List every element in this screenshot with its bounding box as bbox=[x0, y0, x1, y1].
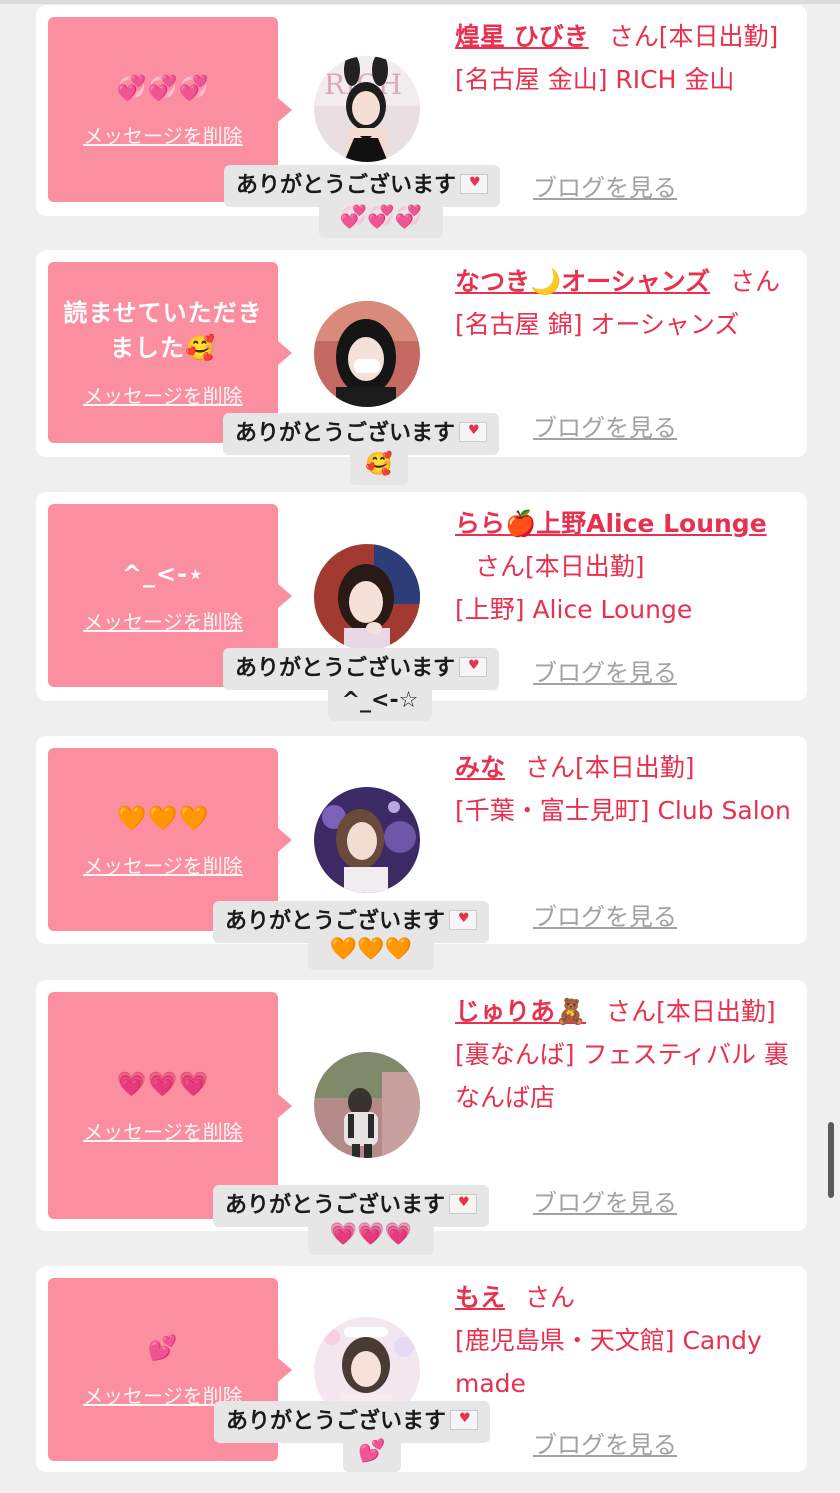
view-blog-link[interactable]: ブログを見る bbox=[533, 408, 677, 443]
cast-name-link[interactable]: みな bbox=[455, 753, 505, 782]
message-card: 💞💞💞 メッセージを削除 RICH 煌星 ひびきさん[本日出勤] [名古屋 金山… bbox=[36, 5, 807, 238]
thanks-text: ありがとうございます bbox=[226, 1409, 447, 1434]
view-blog-link[interactable]: ブログを見る bbox=[533, 1425, 677, 1460]
heart-letter-icon bbox=[449, 1192, 478, 1214]
view-blog-link[interactable]: ブログを見る bbox=[533, 168, 677, 203]
view-blog-link[interactable]: ブログを見る bbox=[533, 653, 677, 688]
heart-letter-icon bbox=[459, 420, 488, 442]
heart-letter-icon bbox=[460, 172, 489, 194]
cast-info: じゅりあ🧸 さん[本日出勤] [裏なんば] フェスティバル 裏なんば店 bbox=[455, 990, 791, 1119]
heart-letter-icon bbox=[459, 655, 488, 677]
reply-echo: ^_<-☆ bbox=[328, 681, 432, 721]
avatar[interactable] bbox=[314, 1052, 420, 1158]
message-card: 読ませていただきました🥰 メッセージを削除 なつき🌙オーシャンズ さん [名古屋 … bbox=[36, 250, 807, 485]
cast-name-link[interactable]: らら🍎上野Alice Lounge bbox=[455, 509, 767, 538]
message-text: 読ませていただきました🥰 bbox=[63, 299, 263, 362]
delete-message-link[interactable]: メッセージを削除 bbox=[83, 1116, 243, 1145]
work-status: [本日出勤] bbox=[525, 552, 645, 581]
cast-name-link[interactable]: なつき🌙オーシャンズ bbox=[455, 267, 710, 296]
thanks-text: ありがとうございます bbox=[236, 173, 457, 198]
cast-name-link[interactable]: 煌星 ひびき bbox=[455, 22, 589, 51]
avatar-photo-icon bbox=[314, 301, 420, 407]
avatar-photo-icon bbox=[314, 544, 420, 650]
reply-echo: 💕 bbox=[343, 1432, 401, 1472]
message-card: ^_<-⋆ メッセージを削除 らら🍎上野Alice Lounge さん[本日出勤]… bbox=[36, 492, 807, 721]
avatar[interactable] bbox=[314, 544, 420, 650]
shop-info: [名古屋 錦] オーシャンズ bbox=[455, 310, 740, 339]
work-status: [本日出勤] bbox=[658, 22, 779, 51]
delete-message-link[interactable]: メッセージを削除 bbox=[83, 850, 243, 879]
avatar-photo-icon bbox=[314, 787, 420, 893]
cast-info: みな さん[本日出勤] [千葉・富士見町] Club Salon bbox=[455, 746, 791, 832]
reply-echo: 🥰 bbox=[350, 445, 408, 485]
heart-letter-icon bbox=[450, 1408, 479, 1430]
message-text: 💗💗💗 bbox=[116, 1069, 210, 1098]
view-blog-link[interactable]: ブログを見る bbox=[533, 1183, 677, 1218]
honorific: さん bbox=[606, 997, 657, 1026]
message-card: 💗💗💗 メッセージを削除 じゅりあ🧸 さん[本日出勤] [裏なんば] フェスティバ… bbox=[36, 980, 807, 1255]
message-text: ^_<-⋆ bbox=[121, 559, 205, 588]
reply-echo: 💞💞💞 bbox=[319, 198, 443, 238]
cast-name-link[interactable]: じゅりあ🧸 bbox=[455, 997, 586, 1026]
honorific: さん bbox=[525, 753, 576, 782]
reply-echo: 🧡🧡🧡 bbox=[308, 930, 434, 970]
message-card: 🧡🧡🧡 メッセージを削除 みな さん[本日出勤] [千葉・富士見町] Club S… bbox=[36, 736, 807, 970]
honorific: さん bbox=[475, 552, 526, 581]
shop-info: [鹿児島県・天文館] Candy made bbox=[455, 1326, 762, 1398]
cast-info: らら🍎上野Alice Lounge さん[本日出勤] [上野] Alice Lou… bbox=[455, 502, 791, 631]
avatar-photo-icon: RICH bbox=[314, 56, 420, 162]
cast-name-link[interactable]: もえ bbox=[455, 1283, 505, 1312]
work-status: [本日出勤] bbox=[656, 997, 776, 1026]
message-text: 🧡🧡🧡 bbox=[116, 803, 210, 832]
thanks-text: ありがとうございます bbox=[235, 656, 456, 681]
honorific: さん bbox=[525, 1283, 576, 1312]
scroll-top-edge bbox=[0, 0, 840, 4]
avatar[interactable] bbox=[314, 787, 420, 893]
view-blog-link[interactable]: ブログを見る bbox=[533, 897, 677, 932]
avatar-photo-icon bbox=[314, 1052, 420, 1158]
shop-info: [名古屋 金山] RICH 金山 bbox=[455, 65, 735, 94]
thanks-text: ありがとうございます bbox=[235, 421, 456, 446]
honorific: さん bbox=[730, 267, 781, 296]
delete-message-link[interactable]: メッセージを削除 bbox=[83, 606, 243, 635]
cast-info: なつき🌙オーシャンズ さん [名古屋 錦] オーシャンズ bbox=[455, 260, 791, 346]
work-status: [本日出勤] bbox=[575, 753, 695, 782]
scrollbar[interactable] bbox=[828, 1122, 834, 1198]
shop-info: [千葉・富士見町] Club Salon bbox=[455, 796, 791, 825]
shop-info: [上野] Alice Lounge bbox=[455, 595, 693, 624]
delete-message-link[interactable]: メッセージを削除 bbox=[83, 380, 243, 409]
honorific: さん bbox=[608, 22, 659, 51]
avatar[interactable] bbox=[314, 301, 420, 407]
cast-info: 煌星 ひびき さん[本日出勤] [名古屋 金山] RICH 金山 bbox=[455, 15, 791, 101]
message-card: 💕 メッセージを削除 もえ さん [鹿児島県・天文館] Candy made ブロ… bbox=[36, 1266, 807, 1472]
cast-info: もえ さん [鹿児島県・天文館] Candy made bbox=[455, 1276, 791, 1405]
message-text: 💞💞💞 bbox=[116, 73, 210, 102]
heart-letter-icon bbox=[449, 908, 478, 930]
message-text: 💕 bbox=[147, 1333, 179, 1362]
reply-echo: 💗💗💗 bbox=[308, 1215, 434, 1255]
avatar[interactable]: RICH bbox=[314, 56, 420, 162]
shop-info: [裏なんば] フェスティバル 裏なんば店 bbox=[455, 1040, 789, 1112]
delete-message-link[interactable]: メッセージを削除 bbox=[83, 120, 243, 149]
